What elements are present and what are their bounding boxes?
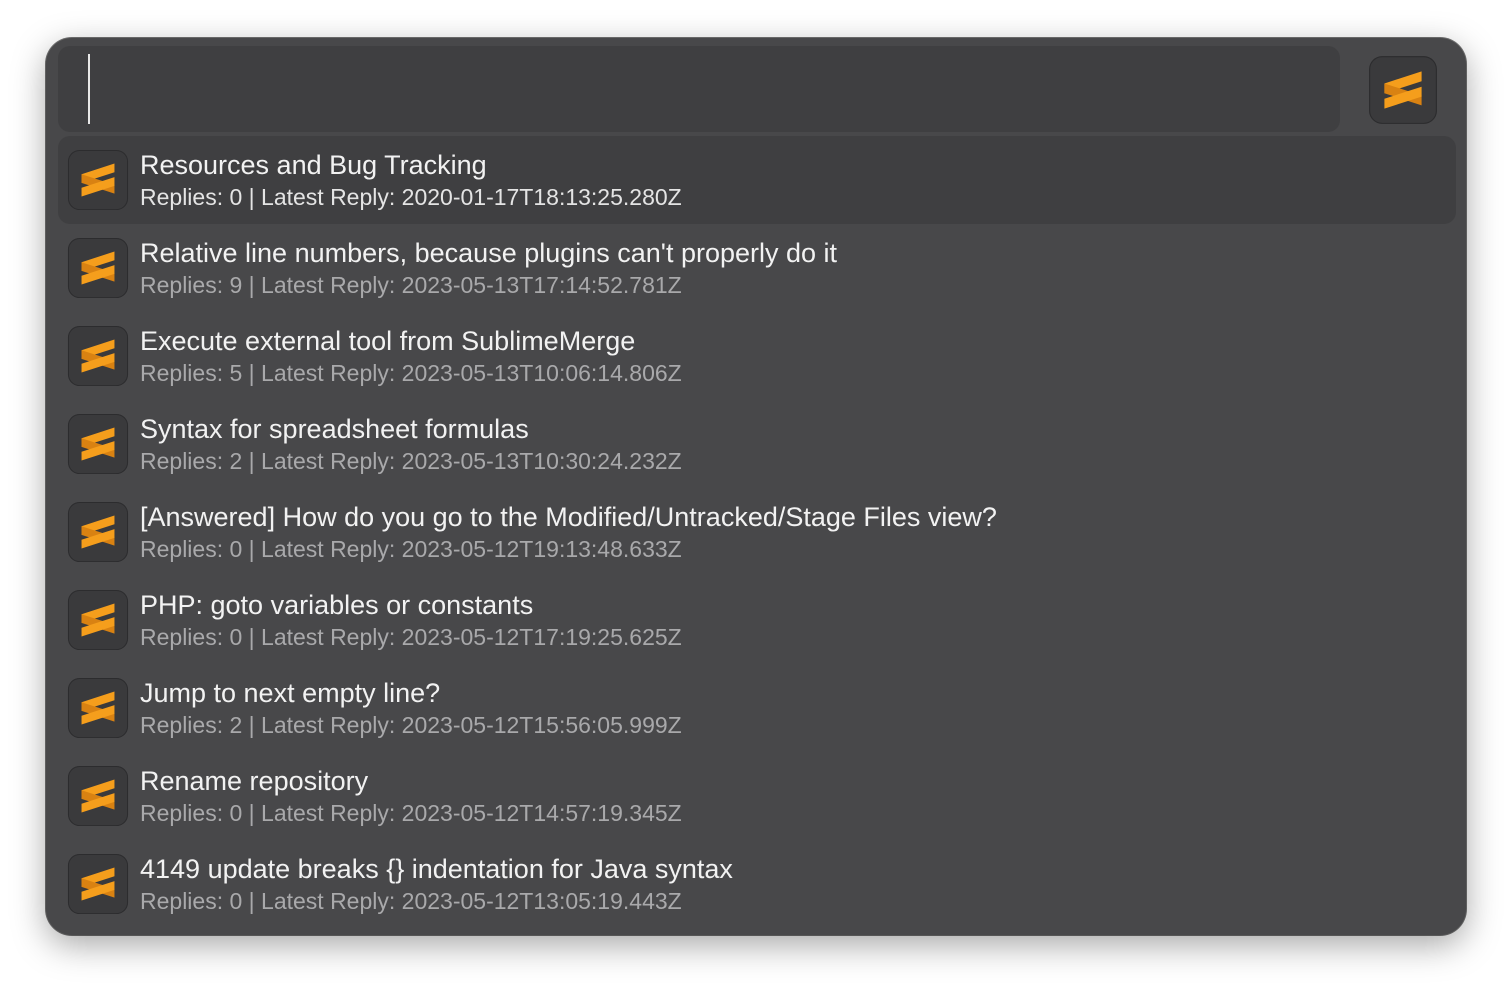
result-title: Resources and Bug Tracking xyxy=(140,150,487,180)
sublime-text-icon xyxy=(67,413,129,475)
sublime-text-icon xyxy=(67,765,129,827)
results-list: Resources and Bug Tracking Replies: 0 | … xyxy=(58,136,1456,928)
sublime-text-icon xyxy=(67,677,129,739)
result-title: Relative line numbers, because plugins c… xyxy=(140,238,838,268)
result-subtitle: Replies: 9 | Latest Reply: 2023-05-13T17… xyxy=(140,272,682,298)
result-subtitle: Replies: 5 | Latest Reply: 2023-05-13T10… xyxy=(140,360,682,386)
sublime-text-icon xyxy=(67,853,129,915)
result-title: Rename repository xyxy=(140,766,369,796)
result-item[interactable]: 4149 update breaks {} indentation for Ja… xyxy=(58,840,1456,928)
sublime-text-icon xyxy=(67,325,129,387)
result-item[interactable]: [Answered] How do you go to the Modified… xyxy=(58,488,1456,576)
result-title: 4149 update breaks {} indentation for Ja… xyxy=(140,854,733,884)
result-subtitle: Replies: 0 | Latest Reply: 2023-05-12T13… xyxy=(140,888,682,914)
search-bar[interactable] xyxy=(58,46,1340,132)
result-subtitle: Replies: 0 | Latest Reply: 2023-05-12T19… xyxy=(140,536,682,562)
result-item[interactable]: Rename repository Replies: 0 | Latest Re… xyxy=(58,752,1456,840)
sublime-text-icon xyxy=(67,237,129,299)
result-item[interactable]: Jump to next empty line? Replies: 2 | La… xyxy=(58,664,1456,752)
result-item[interactable]: Execute external tool from SublimeMerge … xyxy=(58,312,1456,400)
result-subtitle: Replies: 2 | Latest Reply: 2023-05-13T10… xyxy=(140,448,682,474)
result-title: Execute external tool from SublimeMerge xyxy=(140,326,636,356)
result-item[interactable]: PHP: goto variables or constants Replies… xyxy=(58,576,1456,664)
sublime-text-icon xyxy=(1368,55,1438,125)
result-subtitle: Replies: 0 | Latest Reply: 2020-01-17T18… xyxy=(140,184,682,210)
sublime-text-icon xyxy=(67,149,129,211)
text-cursor xyxy=(88,54,90,124)
result-title: PHP: goto variables or constants xyxy=(140,590,534,620)
result-subtitle: Replies: 0 | Latest Reply: 2023-05-12T17… xyxy=(140,624,682,650)
search-input[interactable] xyxy=(92,54,1326,126)
sublime-text-icon xyxy=(67,589,129,651)
result-subtitle: Replies: 0 | Latest Reply: 2023-05-12T14… xyxy=(140,800,682,826)
result-subtitle: Replies: 2 | Latest Reply: 2023-05-12T15… xyxy=(140,712,682,738)
launcher-window: Resources and Bug Tracking Replies: 0 | … xyxy=(46,38,1466,935)
result-title: [Answered] How do you go to the Modified… xyxy=(140,502,997,532)
result-title: Jump to next empty line? xyxy=(140,678,441,708)
result-item[interactable]: Resources and Bug Tracking Replies: 0 | … xyxy=(58,136,1456,224)
result-item[interactable]: Relative line numbers, because plugins c… xyxy=(58,224,1456,312)
result-title: Syntax for spreadsheet formulas xyxy=(140,414,529,444)
sublime-text-icon xyxy=(67,501,129,563)
result-item[interactable]: Syntax for spreadsheet formulas Replies:… xyxy=(58,400,1456,488)
